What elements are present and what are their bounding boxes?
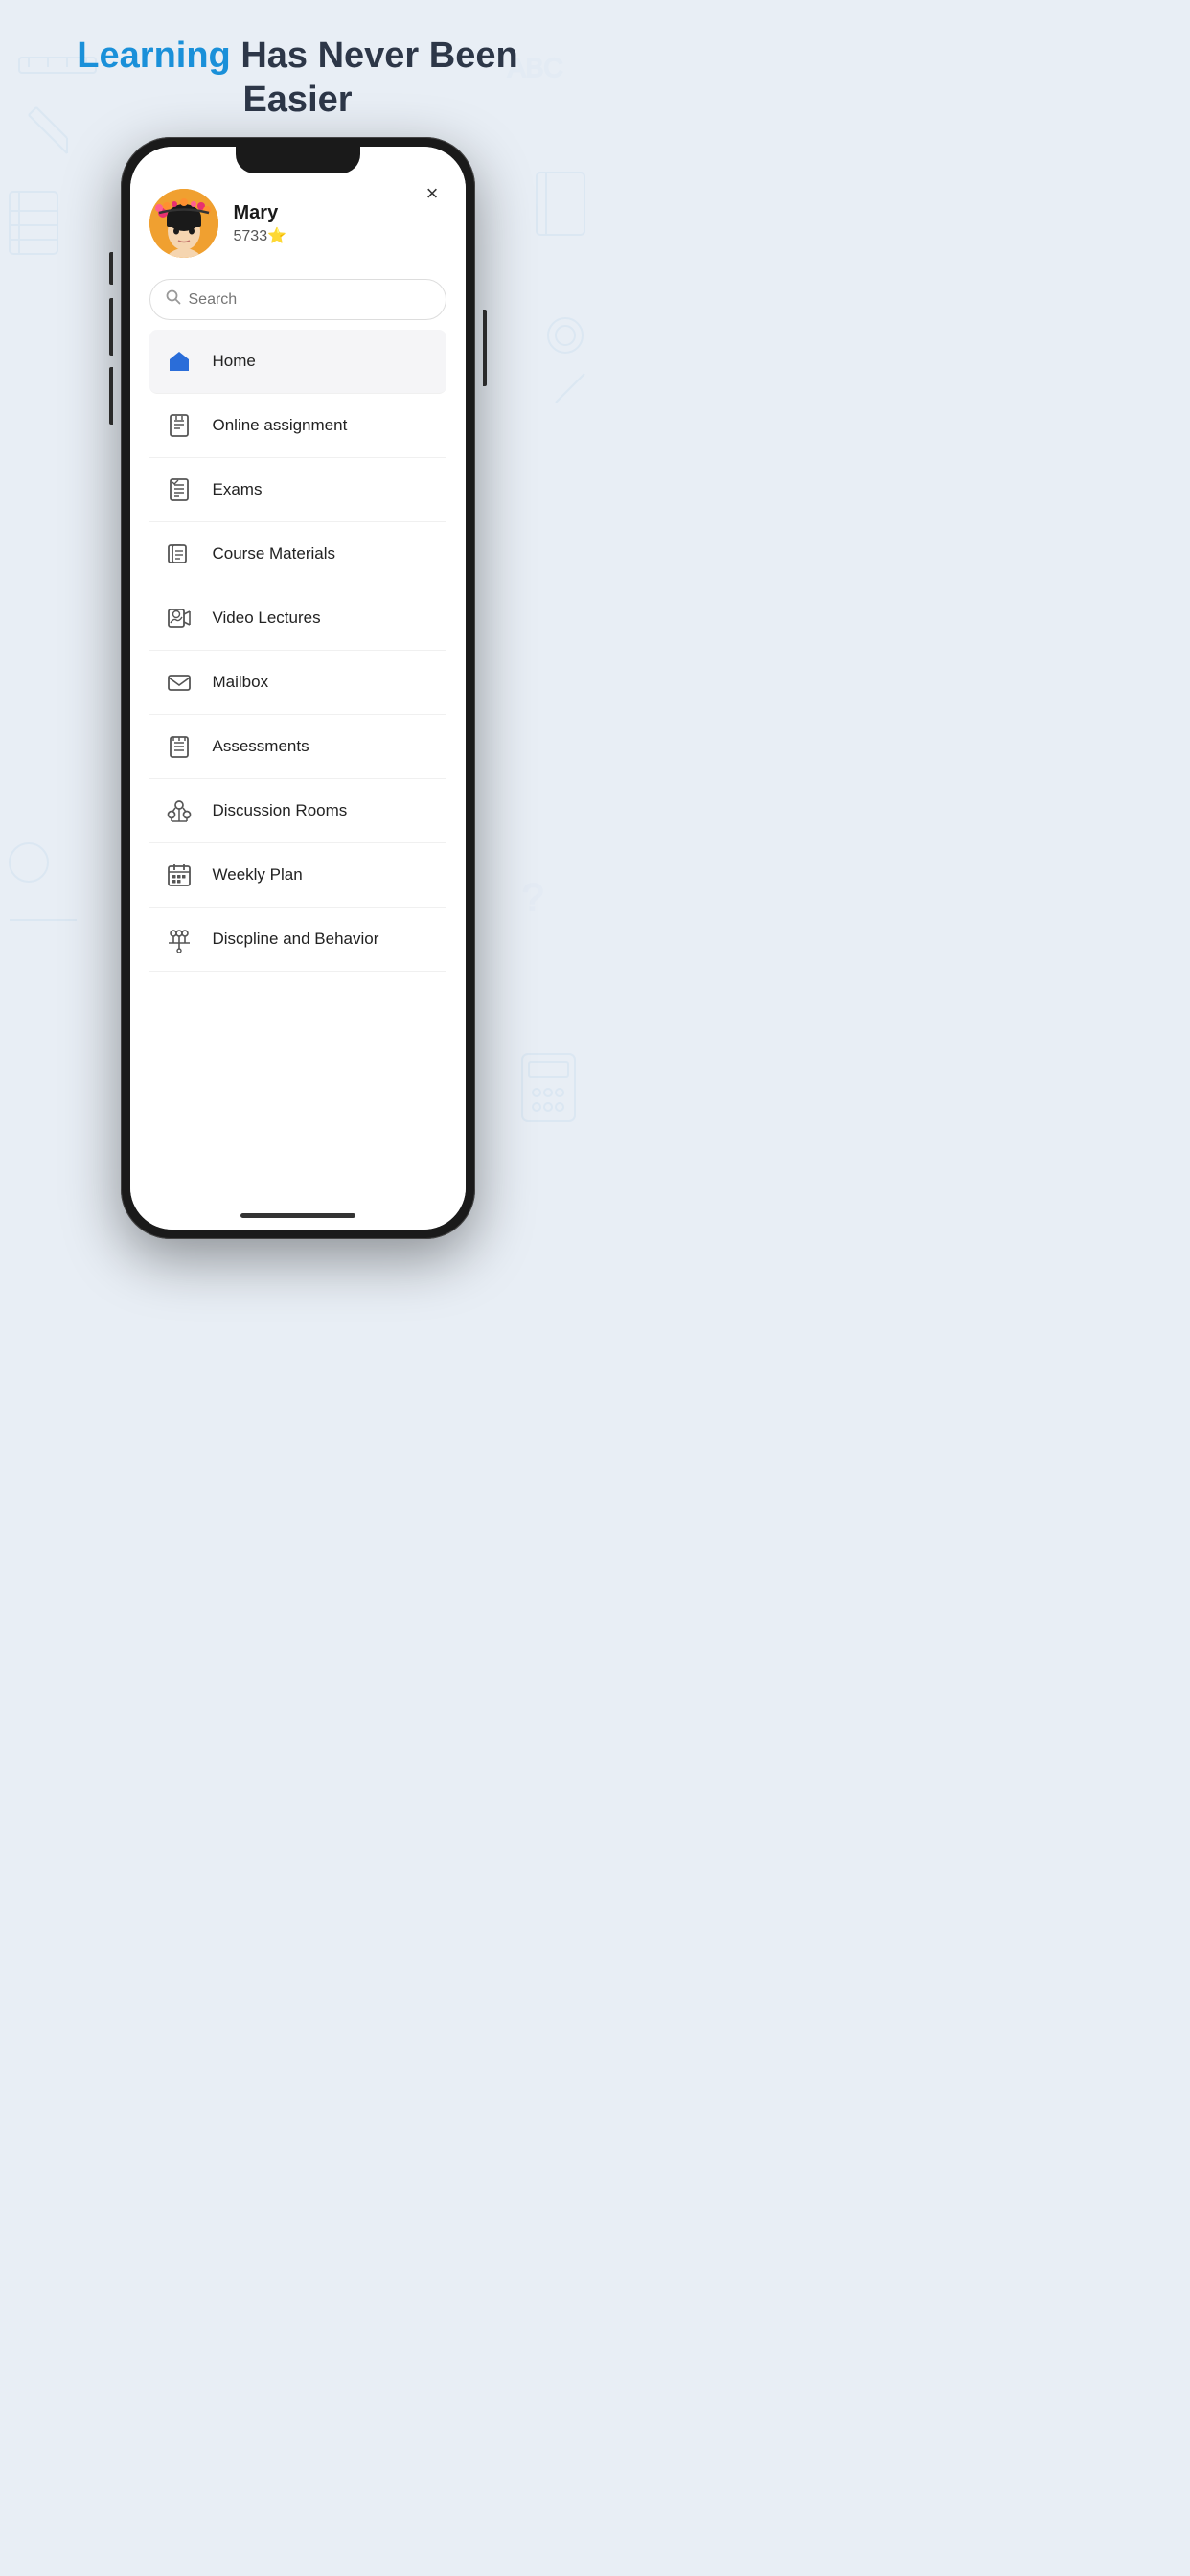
phone-button-power bbox=[483, 310, 487, 386]
profile-info: Mary 5733⭐ bbox=[234, 202, 287, 245]
materials-icon bbox=[161, 536, 197, 572]
profile-name: Mary bbox=[234, 202, 287, 224]
menu-item-assessments[interactable]: Assessments bbox=[149, 715, 446, 779]
search-input[interactable] bbox=[189, 291, 430, 309]
menu-item-discussion-rooms[interactable]: Discussion Rooms bbox=[149, 779, 446, 843]
calendar-icon bbox=[161, 857, 197, 893]
header-blue-text: Learning bbox=[77, 35, 230, 76]
menu-item-mailbox[interactable]: Mailbox bbox=[149, 651, 446, 715]
discussion-icon bbox=[161, 793, 197, 829]
menu-label-course-materials: Course Materials bbox=[213, 544, 336, 564]
phone-button-vol-down bbox=[109, 367, 113, 425]
menu-label-home: Home bbox=[213, 352, 256, 371]
search-icon bbox=[166, 289, 181, 310]
exams-icon bbox=[161, 472, 197, 508]
menu-item-online-assignment[interactable]: Online assignment bbox=[149, 394, 446, 458]
menu-item-home[interactable]: Home bbox=[149, 330, 446, 394]
home-indicator bbox=[240, 1213, 355, 1218]
phone-button-silent bbox=[109, 252, 113, 285]
menu-item-weekly-plan[interactable]: Weekly Plan bbox=[149, 843, 446, 908]
menu-label-mailbox: Mailbox bbox=[213, 673, 269, 692]
menu-label-weekly-plan: Weekly Plan bbox=[213, 865, 303, 885]
menu-item-video-lectures[interactable]: Video Lectures bbox=[149, 586, 446, 651]
menu-item-discipline[interactable]: Discpline and Behavior bbox=[149, 908, 446, 972]
phone-mockup: × bbox=[121, 137, 475, 1239]
menu-label-discussion-rooms: Discussion Rooms bbox=[213, 801, 348, 820]
home-icon bbox=[161, 343, 197, 380]
menu-label-video-lectures: Video Lectures bbox=[213, 609, 321, 628]
search-bar[interactable] bbox=[149, 279, 446, 320]
header-rest-text: Has Never Been Easier bbox=[231, 35, 518, 120]
page-header: Learning Has Never Been Easier bbox=[0, 34, 595, 122]
assess-icon bbox=[161, 728, 197, 765]
phone-notch bbox=[236, 147, 360, 173]
profile-stars: 5733⭐ bbox=[234, 226, 287, 245]
menu-label-exams: Exams bbox=[213, 480, 263, 499]
close-button[interactable]: × bbox=[426, 181, 439, 206]
avatar bbox=[149, 189, 218, 258]
discipline-icon bbox=[161, 921, 197, 957]
menu-item-course-materials[interactable]: Course Materials bbox=[149, 522, 446, 586]
profile-section: Mary 5733⭐ bbox=[149, 185, 446, 258]
svg-text:?: ? bbox=[522, 877, 543, 919]
menu-label-online-assignment: Online assignment bbox=[213, 416, 348, 435]
menu-item-exams[interactable]: Exams bbox=[149, 458, 446, 522]
phone-button-vol-up bbox=[109, 298, 113, 356]
menu-label-discipline: Discpline and Behavior bbox=[213, 930, 379, 949]
menu-label-assessments: Assessments bbox=[213, 737, 309, 756]
video-icon bbox=[161, 600, 197, 636]
menu-list: Home bbox=[149, 330, 446, 972]
mail-icon bbox=[161, 664, 197, 701]
assignment-icon bbox=[161, 407, 197, 444]
